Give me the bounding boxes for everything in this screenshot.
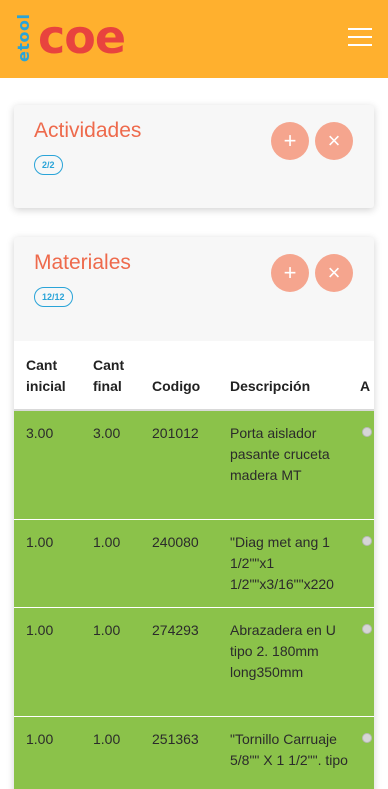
hamburger-icon[interactable] [348, 26, 372, 48]
logo-etool: etool [14, 13, 33, 62]
cell-descripcion: "Diag met ang 1 1/2""x1 1/2""x3/16""x220 [230, 534, 334, 592]
cell-descripcion: "Tornillo Carruaje 5/8"" X 1 1/2"". tipo [230, 731, 348, 768]
cell-cant-inicial: 1.00 [26, 534, 54, 550]
cell-cant-final: 1.00 [93, 731, 121, 747]
table-row[interactable]: 1.00 1.00 274293 Abrazadera en U tipo 2.… [14, 608, 374, 717]
table-row[interactable]: 3.00 3.00 201012 Porta aislador pasante … [14, 411, 374, 520]
header-cant-final: Cant final [93, 357, 125, 394]
close-icon: × [327, 260, 341, 285]
row-radio[interactable] [362, 624, 372, 634]
cell-cant-final: 3.00 [93, 425, 121, 441]
table-header: Cant inicial Cant final Codigo Descripci… [14, 341, 374, 411]
cell-cant-final: 1.00 [93, 622, 121, 638]
row-radio[interactable] [362, 536, 372, 546]
close-actividades-button[interactable]: × [315, 122, 353, 160]
cell-codigo: 240080 [152, 534, 199, 550]
cell-cant-final: 1.00 [93, 534, 121, 550]
cell-codigo: 274293 [152, 622, 199, 638]
cell-cant-inicial: 1.00 [26, 622, 54, 638]
actividades-count-badge: 2/2 [34, 155, 63, 175]
actividades-title: Actividades [34, 119, 142, 142]
row-radio[interactable] [362, 427, 372, 437]
actividades-card: Actividades 2/2 + × [14, 105, 374, 208]
add-material-button[interactable]: + [271, 254, 309, 292]
add-actividad-button[interactable]: + [271, 122, 309, 160]
materiales-card: Materiales 12/12 + × Cant inicial Cant f… [14, 237, 374, 789]
plus-icon: + [283, 128, 297, 153]
table-row[interactable]: 1.00 1.00 251363 "Tornillo Carruaje 5/8"… [14, 717, 374, 789]
materiales-title: Materiales [34, 251, 131, 274]
cell-codigo: 251363 [152, 731, 199, 747]
cell-codigo: 201012 [152, 425, 199, 441]
materiales-table: Cant inicial Cant final Codigo Descripci… [14, 341, 374, 789]
header-codigo: Codigo [152, 378, 201, 394]
close-materiales-button[interactable]: × [315, 254, 353, 292]
close-icon: × [327, 128, 341, 153]
header-cant-inicial: Cant inicial [26, 357, 66, 394]
cell-cant-inicial: 1.00 [26, 731, 54, 747]
plus-icon: + [283, 260, 297, 285]
cell-descripcion: Porta aislador pasante cruceta madera MT [230, 425, 330, 483]
logo-coe: coe [38, 10, 126, 64]
table-row[interactable]: 1.00 1.00 240080 "Diag met ang 1 1/2""x1… [14, 520, 374, 608]
row-radio[interactable] [362, 733, 372, 743]
header-a: A [360, 378, 371, 394]
cell-descripcion: Abrazadera en U tipo 2. 180mm long350mm [230, 622, 336, 680]
cell-cant-inicial: 3.00 [26, 425, 54, 441]
header-descripcion: Descripción [230, 378, 311, 394]
app-header: etool coe [0, 0, 388, 78]
materiales-count-badge: 12/12 [34, 287, 73, 307]
